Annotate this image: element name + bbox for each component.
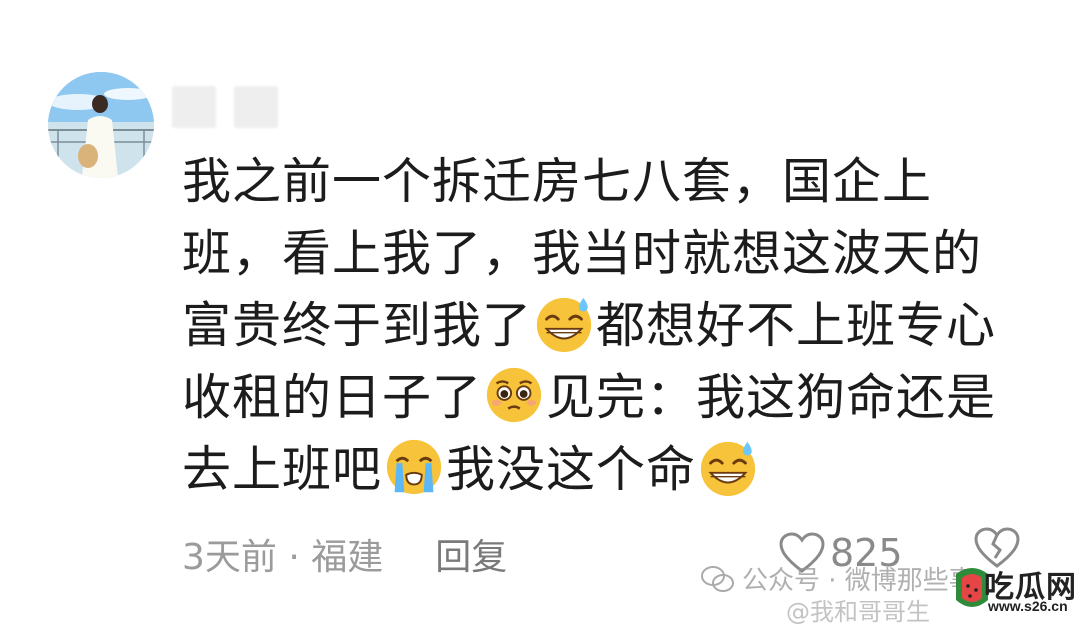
grin-sweat-icon [533,292,595,354]
comment-line: 我之前一个拆迁房七八套，国企上 [182,153,933,210]
pleading-icon [483,364,545,426]
comment-line: 去上班吧 我没这个命 [182,434,1032,506]
username-blurred[interactable] [172,86,312,128]
site-url: www.s26.cn [988,598,1068,614]
comment-text: 我之前一个拆迁房七八套，国企上 班，看上我了，我当时就想这波天的 富贵终于到我了… [182,146,1032,506]
username-mask [234,86,278,128]
comment-meta: 3天前 · 福建 回复 [182,528,507,580]
comment-line: 班，看上我了，我当时就想这波天的 [182,225,983,282]
comment-line: 富贵终于到我了 都想好不上班专心 [182,290,1032,362]
time-location: 3天前 · 福建 [182,537,384,578]
wechat-icon [701,565,734,592]
comment-card: 我之前一个拆迁房七八套，国企上 班，看上我了，我当时就想这波天的 富贵终于到我了… [0,0,1080,626]
grin-sweat-icon [697,436,759,498]
comment-line: 收租的日子了 见完：我这狗命还是 [182,362,1032,434]
username-mask [172,86,216,128]
avatar[interactable] [48,72,154,178]
site-logo: 吃瓜网 www.s26.cn [944,556,1080,620]
crying-icon [383,436,445,498]
reply-button[interactable]: 回复 [435,528,507,580]
watermark-weibo: @我和哥哥生 [786,598,930,626]
